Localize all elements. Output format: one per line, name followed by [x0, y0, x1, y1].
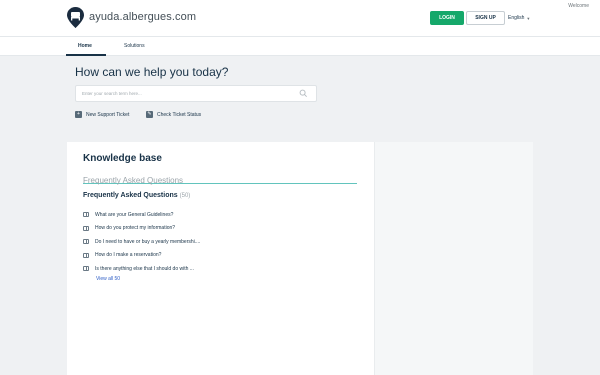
- category-tab[interactable]: Frequently Asked Questions: [83, 170, 357, 185]
- new-ticket-link[interactable]: + New Support Ticket: [75, 111, 129, 118]
- article-icon: [83, 225, 89, 231]
- article-icon: [83, 252, 89, 258]
- faq-count: (50): [179, 193, 191, 199]
- site-name[interactable]: ayuda.albergues.com: [89, 11, 196, 23]
- article-title: How do you protect my information?: [95, 225, 176, 232]
- login-button[interactable]: LOGIN: [430, 11, 464, 25]
- ticket-status-icon: ✎: [146, 111, 153, 118]
- sidebar-panel: [375, 142, 533, 375]
- language-selector[interactable]: English ▼: [508, 15, 530, 21]
- article-title: What are your General Guidelines?: [95, 211, 174, 218]
- page-title: How can we help you today?: [75, 65, 229, 79]
- article-icon: [83, 212, 89, 218]
- knowledge-base-panel: Knowledge base Frequently Asked Question…: [67, 142, 375, 375]
- welcome-text: Welcome: [568, 3, 589, 9]
- language-label: English: [508, 15, 525, 21]
- category-label: Frequently Asked Questions: [83, 176, 184, 185]
- logo-icon[interactable]: [67, 7, 84, 28]
- article-icon: [83, 266, 89, 272]
- list-item[interactable]: Do I need to have or buy a yearly member…: [83, 235, 200, 249]
- search-placeholder: Enter your search term here...: [82, 91, 142, 96]
- tab-solutions[interactable]: Solutions: [124, 43, 145, 49]
- check-status-label: Check Ticket Status: [157, 111, 202, 118]
- article-title: Is there anything else that I should do …: [95, 265, 194, 272]
- tab-home[interactable]: Home: [78, 43, 92, 49]
- view-all-link[interactable]: View all 50: [96, 276, 120, 282]
- list-item[interactable]: What are your General Guidelines?: [83, 208, 200, 222]
- search-input[interactable]: Enter your search term here...: [75, 85, 317, 102]
- new-ticket-label: New Support Ticket: [86, 111, 130, 118]
- chevron-down-icon: ▼: [526, 15, 531, 21]
- faq-list: What are your General Guidelines? How do…: [83, 208, 200, 276]
- main-nav: Home Solutions: [0, 36, 600, 56]
- check-status-link[interactable]: ✎ Check Ticket Status: [146, 111, 201, 118]
- list-item[interactable]: How do you protect my information?: [83, 222, 200, 236]
- article-title: Do I need to have or buy a yearly member…: [95, 238, 201, 245]
- article-title: How do I make a reservation?: [95, 252, 162, 259]
- faq-section-title[interactable]: Frequently Asked Questions (50): [83, 192, 190, 199]
- search-icon[interactable]: [299, 89, 308, 98]
- list-item[interactable]: Is there anything else that I should do …: [83, 262, 200, 276]
- active-tab-indicator: [66, 54, 106, 56]
- signup-button[interactable]: SIGN UP: [466, 11, 505, 25]
- list-item[interactable]: How do I make a reservation?: [83, 249, 200, 263]
- plus-icon: +: [75, 111, 82, 118]
- top-header: ayuda.albergues.com Welcome LOGIN SIGN U…: [0, 0, 600, 36]
- faq-section-label: Frequently Asked Questions: [83, 192, 178, 199]
- knowledge-base-title: Knowledge base: [83, 153, 162, 164]
- article-icon: [83, 239, 89, 245]
